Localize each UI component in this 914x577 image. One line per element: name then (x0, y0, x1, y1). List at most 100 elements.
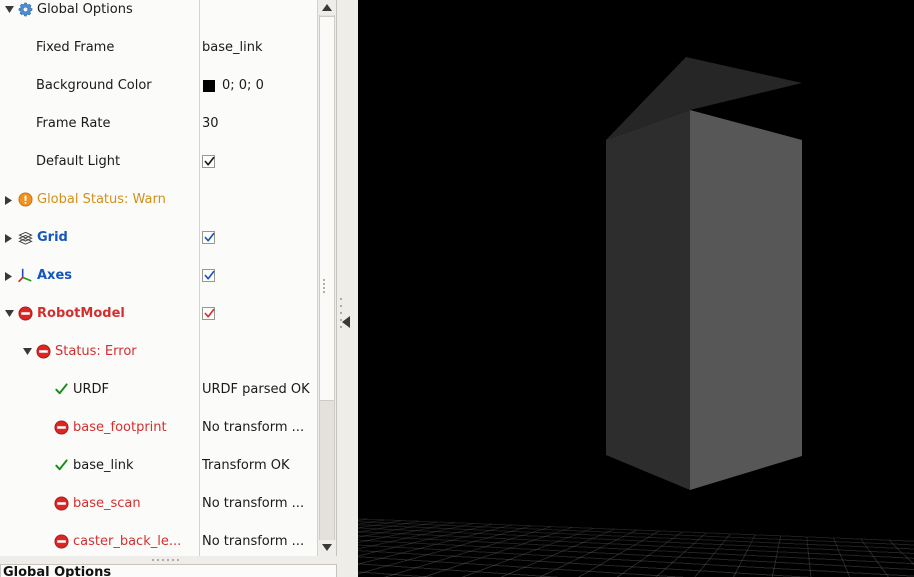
warning-icon (18, 192, 33, 207)
tree-row-label: base_link (73, 458, 134, 473)
tree-row-value-text[interactable]: URDF parsed OK (202, 380, 316, 399)
scene-svg (358, 0, 914, 577)
error-icon (54, 420, 69, 435)
grid-line (807, 552, 810, 560)
tree-row[interactable]: Frame Rate 30 (0, 114, 316, 133)
tree-row[interactable]: Axes (0, 266, 316, 285)
tree-row[interactable]: Default Light (0, 152, 316, 171)
tree-row[interactable]: base_scan No transform ... (0, 494, 316, 513)
bottom-panel-title: Global Options (3, 565, 112, 577)
error-icon (36, 344, 51, 359)
tree-row-name-cell[interactable]: Grid (0, 228, 199, 247)
chevron-down-icon[interactable] (2, 304, 16, 323)
gear-icon (18, 2, 33, 17)
rviz-window: Global Options Fixed Frame base_link Backgr… (0, 0, 914, 577)
tree-row-value-text[interactable]: 30 (202, 114, 316, 133)
tree-row[interactable]: Status: Error (0, 342, 316, 361)
tree-row[interactable]: Global Options (0, 0, 316, 19)
tree-row[interactable]: Fixed Frame base_link (0, 38, 316, 57)
tree-row-name-cell[interactable]: Background Color (0, 76, 199, 95)
tree-row-value-cell[interactable] (202, 190, 316, 209)
tree-row-name-cell[interactable]: Status: Error (0, 342, 199, 361)
tree-row-name-cell[interactable]: URDF (0, 380, 199, 399)
tree-row[interactable]: Background Color 0; 0; 0 (0, 76, 316, 95)
tree-row[interactable]: base_footprint No transform ... (0, 418, 316, 437)
tree-row-value-text[interactable]: No transform ... (202, 532, 316, 551)
tree-row-label: Global Options (37, 2, 133, 17)
chevron-right-icon[interactable] (2, 190, 16, 209)
checkbox[interactable] (202, 231, 215, 244)
scrollbar-grip (323, 277, 331, 293)
chevron-down-icon[interactable] (2, 0, 16, 19)
property-tree-rows[interactable]: Global Options Fixed Frame base_link Backgr… (0, 0, 316, 556)
column-divider (199, 0, 200, 556)
tree-row[interactable]: Grid (0, 228, 316, 247)
scroll-down-arrow-icon[interactable] (318, 540, 336, 555)
tree-row-name-cell[interactable]: Fixed Frame (0, 38, 199, 57)
tree-row-value-text[interactable]: Transform OK (202, 456, 316, 475)
tree-row[interactable]: URDF URDF parsed OK (0, 380, 316, 399)
tree-row-label: Background Color (36, 78, 152, 93)
tree-row-name-cell[interactable]: caster_back_le... (0, 532, 199, 551)
collapse-left-arrow-icon[interactable] (342, 313, 352, 328)
tree-row-label: base_footprint (73, 420, 167, 435)
tree-row[interactable]: Global Status: Warn (0, 190, 316, 209)
tree-row-name-cell[interactable]: Frame Rate (0, 114, 199, 133)
property-tree[interactable]: Global Options Fixed Frame base_link Backgr… (0, 0, 337, 556)
tree-row-label: Status: Error (55, 344, 137, 359)
chevron-right-icon[interactable] (2, 266, 16, 285)
vertical-scrollbar[interactable] (317, 0, 336, 556)
tree-row-label: Default Light (36, 154, 121, 169)
tree-row-value-text[interactable]: No transform ... (202, 494, 316, 513)
tree-row-value-cell[interactable] (202, 342, 316, 361)
panel-splitter[interactable] (337, 0, 358, 577)
tree-row-value-text[interactable]: No transform ... (202, 418, 316, 437)
tree-row-value-text[interactable]: base_link (202, 38, 316, 57)
tree-row-label: base_scan (73, 496, 141, 511)
error-icon (54, 496, 69, 511)
tree-row-value-cell[interactable]: 0; 0; 0 (202, 76, 316, 95)
tree-row-name-cell[interactable]: Axes (0, 266, 199, 285)
scrollbar-thumb[interactable] (319, 16, 335, 401)
grid-line (806, 541, 809, 547)
tree-row[interactable]: RobotModel (0, 304, 316, 323)
tree-row-value-cell[interactable] (202, 304, 316, 323)
scroll-up-arrow-icon[interactable] (318, 0, 336, 15)
tree-row-name-cell[interactable]: base_footprint (0, 418, 199, 437)
tree-row-label: Global Status: Warn (37, 192, 166, 207)
displays-panel: Global Options Fixed Frame base_link Backgr… (0, 0, 340, 577)
tree-row-label: Frame Rate (36, 116, 111, 131)
checkbox[interactable] (202, 269, 215, 282)
color-value-text: 0; 0; 0 (222, 78, 264, 93)
tree-row-label: Axes (37, 268, 73, 283)
chevron-down-icon[interactable] (20, 342, 34, 361)
grid-line (807, 546, 809, 553)
error-icon (18, 306, 33, 321)
tree-row-value-cell[interactable] (202, 266, 316, 285)
tree-row-name-cell[interactable]: Default Light (0, 152, 199, 171)
render-viewport-3d[interactable] (358, 0, 914, 577)
axes-icon (18, 268, 33, 283)
tree-row-value-cell[interactable] (202, 152, 316, 171)
tree-row-name-cell[interactable]: base_link (0, 456, 199, 475)
tree-row[interactable]: caster_back_le... No transform ... (0, 532, 316, 551)
tree-row-name-cell[interactable]: Global Options (0, 0, 199, 19)
color-swatch[interactable] (203, 80, 215, 92)
tree-row-name-cell[interactable]: Global Status: Warn (0, 190, 199, 209)
bottom-panel[interactable]: Global Options (0, 564, 337, 577)
checkbox[interactable] (202, 307, 215, 320)
check-icon (54, 458, 69, 473)
tree-row-name-cell[interactable]: base_scan (0, 494, 199, 513)
tree-row-value-cell[interactable] (202, 228, 316, 247)
grid-icon (18, 230, 33, 245)
tree-row-label: Fixed Frame (36, 40, 115, 55)
box-face-front (690, 110, 802, 490)
tree-row-value-cell[interactable] (202, 0, 316, 19)
chevron-right-icon[interactable] (2, 228, 16, 247)
checkbox[interactable] (202, 155, 215, 168)
tree-row-name-cell[interactable]: RobotModel (0, 304, 199, 323)
tree-row[interactable]: base_link Transform OK (0, 456, 316, 475)
splitter-grip-dots (152, 559, 186, 562)
box-face-left (606, 110, 690, 490)
horizontal-splitter[interactable] (0, 556, 337, 564)
